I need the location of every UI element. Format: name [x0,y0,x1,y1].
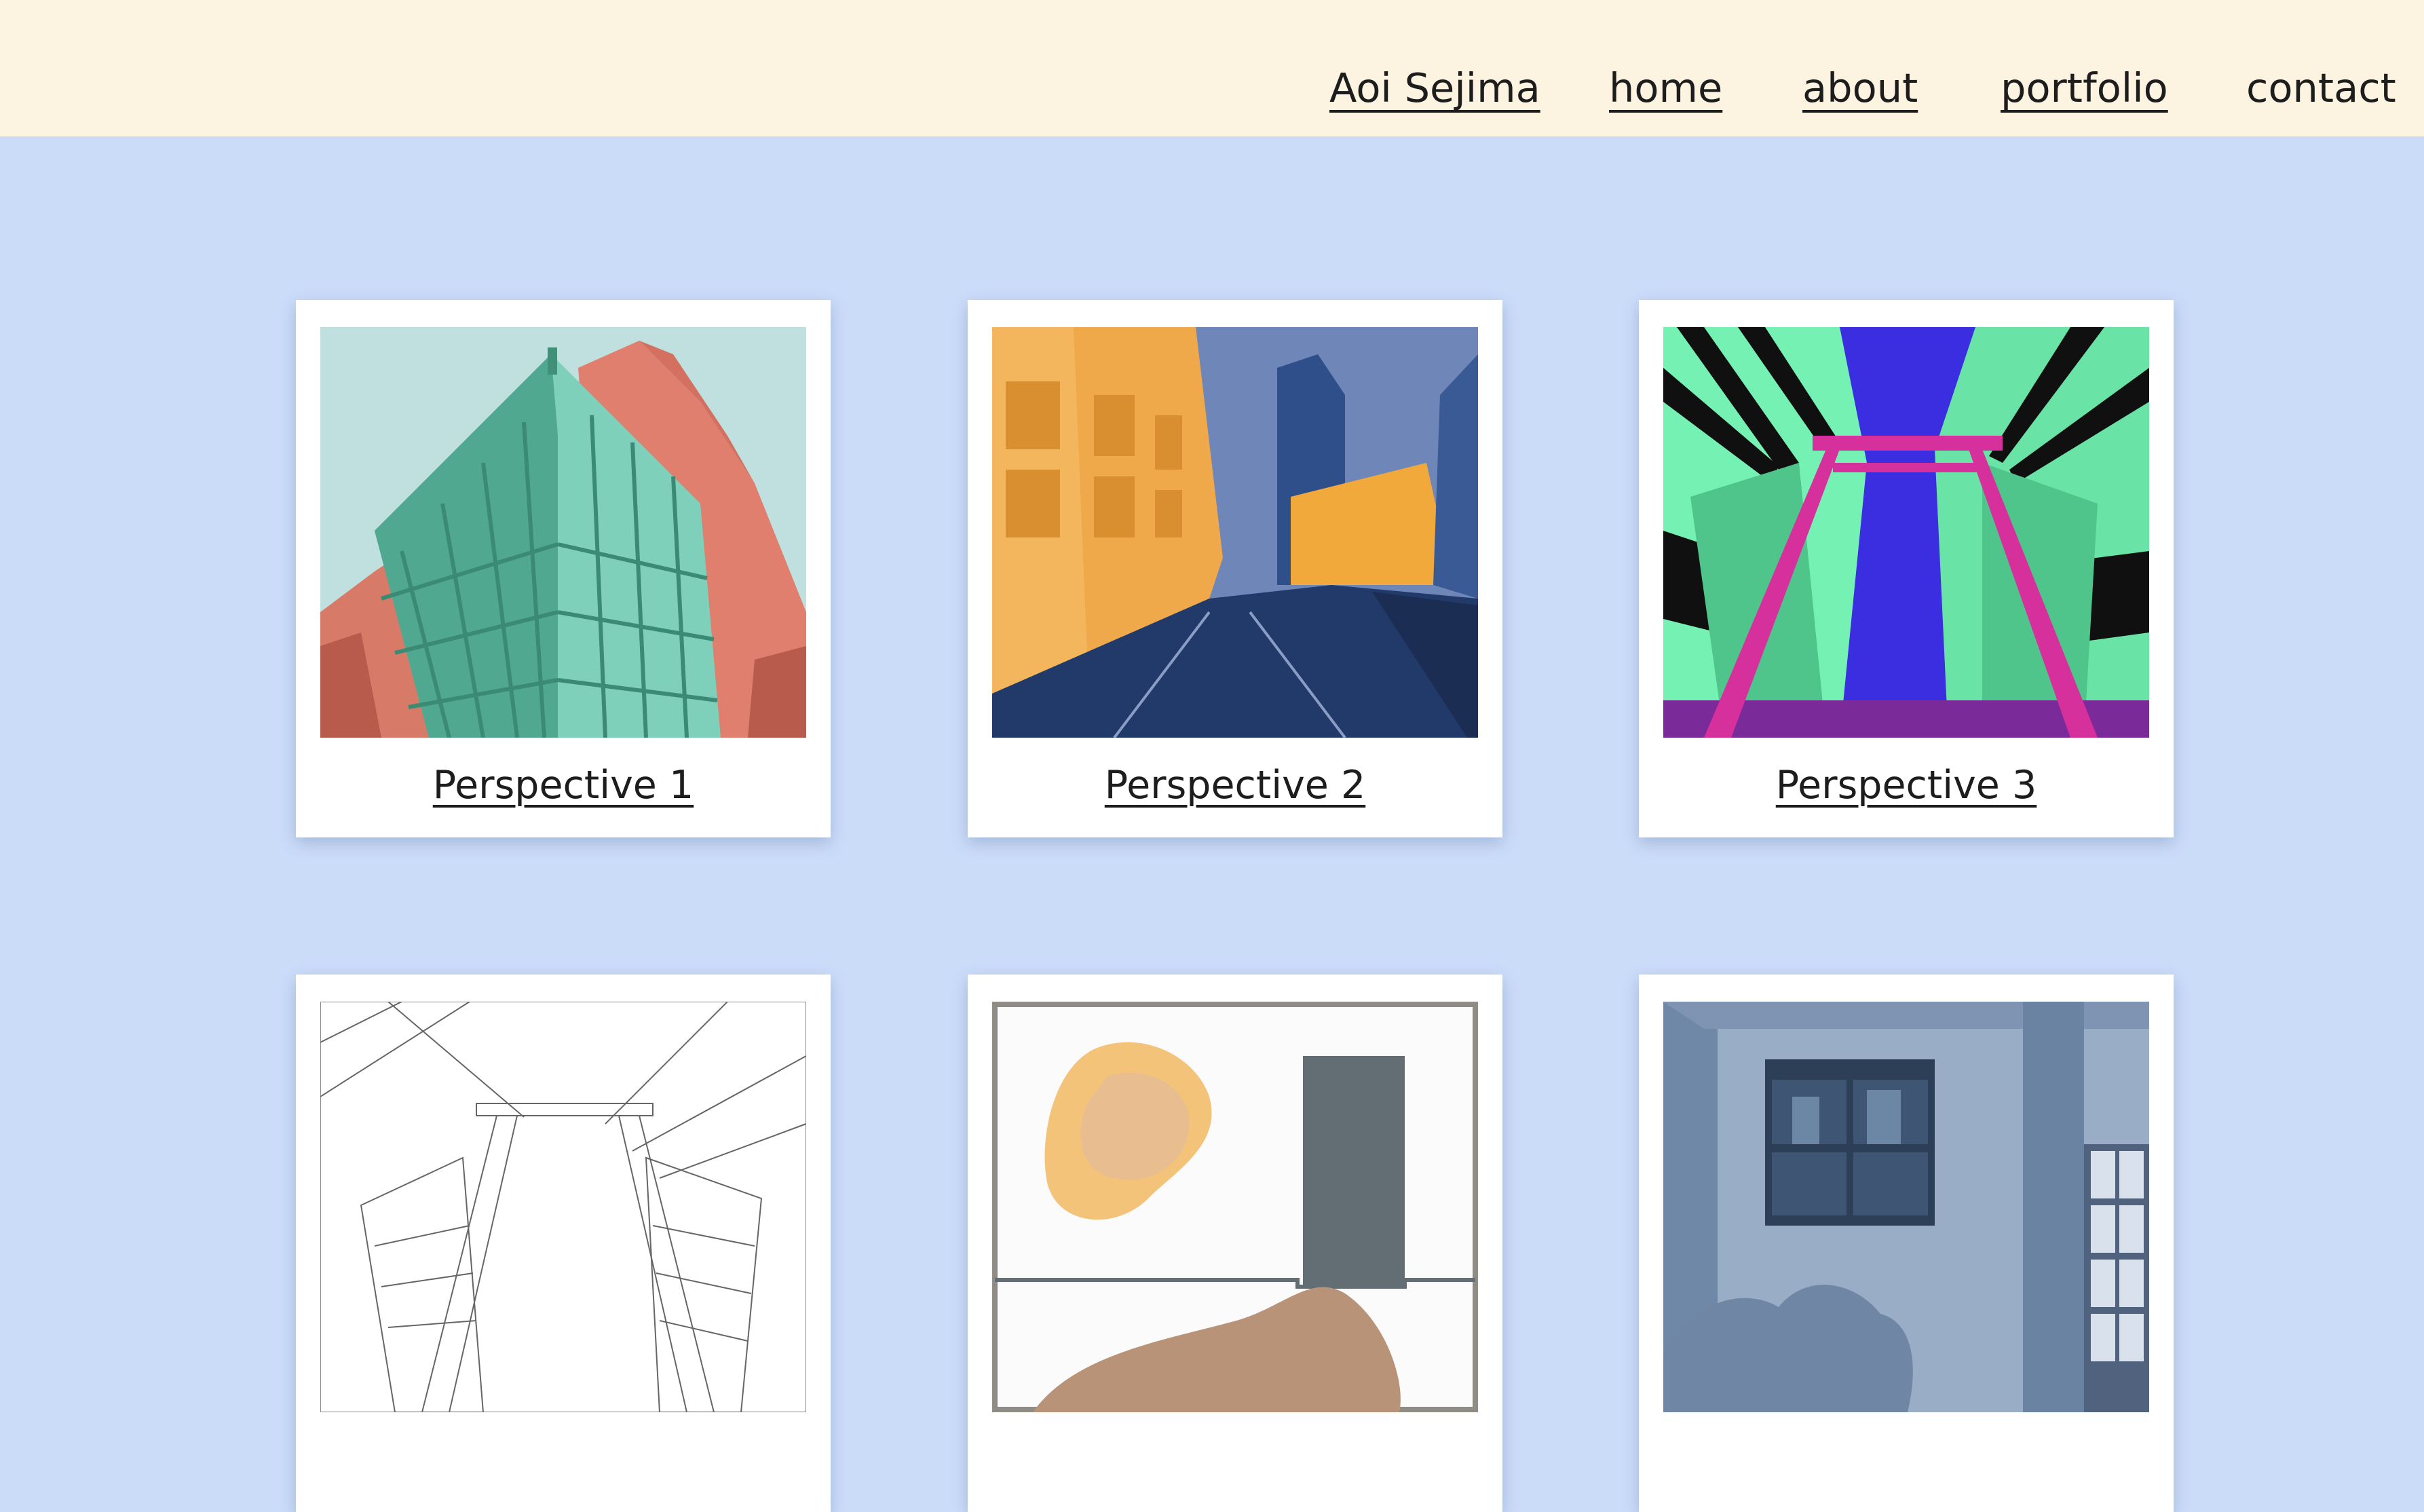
nav-home-link[interactable]: home [1609,61,1722,115]
nav-brand-link[interactable]: Aoi Sejima [1329,61,1540,115]
nav-portfolio-link[interactable]: portfolio [2001,61,2168,115]
artwork-thumbnail[interactable] [1663,1002,2149,1412]
gallery-card-perspective-2[interactable]: Perspective 2 [968,300,1502,837]
blue-room-artwork [1663,1002,2149,1412]
perspective-3-artwork [1663,327,2149,738]
perspective-2-artwork [992,327,1478,738]
card-caption-link[interactable]: Perspective 1 [296,758,831,812]
artwork-thumbnail[interactable] [992,327,1478,738]
artwork-thumbnail[interactable] [320,327,806,738]
nav-about-link[interactable]: about [1802,61,1918,115]
card-caption-link[interactable]: Perspective 2 [968,758,1502,812]
perspective-1-artwork [320,327,806,738]
card-caption-link[interactable]: Perspective 3 [1639,758,2174,812]
artwork-thumbnail[interactable] [320,1002,806,1412]
gallery-card-perspective-1[interactable]: Perspective 1 [296,300,831,837]
top-navigation-bar: Aoi Sejima home about portfolio contact [0,0,2424,136]
line-drawing-artwork [320,1002,806,1412]
gallery-card-5[interactable] [968,975,1502,1512]
gallery-card-4[interactable] [296,975,831,1512]
artwork-thumbnail[interactable] [1663,327,2149,738]
nav-contact-link[interactable]: contact [2246,61,2396,115]
gallery-card-perspective-3[interactable]: Perspective 3 [1639,300,2174,837]
gallery-card-6[interactable] [1639,975,2174,1512]
abstract-room-artwork [992,1002,1478,1412]
artwork-thumbnail[interactable] [992,1002,1478,1412]
